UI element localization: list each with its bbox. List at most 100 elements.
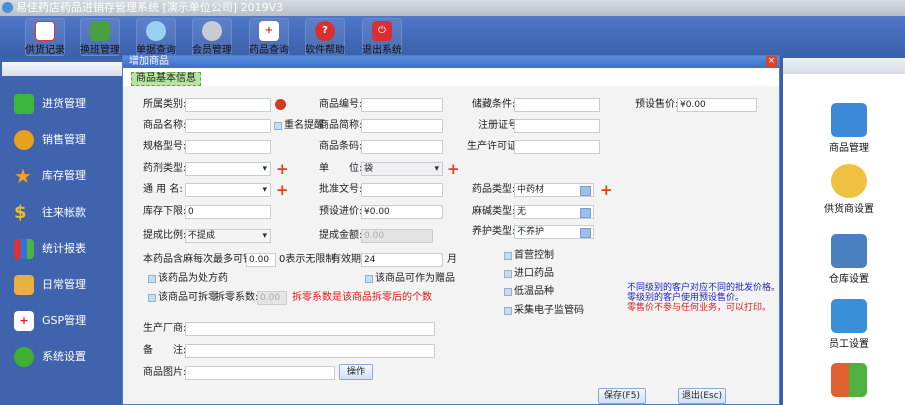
label-manufacturer: 生产厂商: xyxy=(143,323,187,334)
maintenance-select[interactable]: 不养护 xyxy=(514,225,594,239)
sidebar-item-daily[interactable]: 日常管理 xyxy=(14,273,86,297)
approval-input[interactable] xyxy=(361,183,443,197)
stock-min-input[interactable]: 0 xyxy=(185,205,271,219)
label-gift: 该商品可作为赠品 xyxy=(375,273,455,284)
save-button[interactable]: 保存(F5) xyxy=(598,388,646,404)
toolbar-help[interactable]: ? 软件帮助 xyxy=(305,18,345,56)
label-sale-price: 预设售价: xyxy=(635,99,679,110)
toolbar-exit[interactable]: ⏻ 退出系统 xyxy=(362,18,402,56)
imported-checkbox[interactable] xyxy=(504,270,512,278)
barcode-input[interactable] xyxy=(361,140,443,154)
label-purchase-price: 预设进价: xyxy=(319,206,363,217)
tab-basic-info[interactable]: 商品基本信息 xyxy=(131,72,201,86)
add-generic-icon[interactable]: + xyxy=(276,183,289,198)
toolbar-member-management[interactable]: 会员管理 xyxy=(192,18,232,56)
add-unit-icon[interactable]: + xyxy=(447,162,460,177)
code-input[interactable] xyxy=(361,98,443,112)
sidebar-item-settings[interactable]: 系统设置 xyxy=(14,345,86,369)
prescription-checkbox[interactable] xyxy=(148,275,156,283)
supplier-icon xyxy=(831,164,867,198)
dollar-icon: $ xyxy=(14,202,27,223)
generic-select[interactable] xyxy=(185,183,271,197)
drug-type-select[interactable]: 中药材 xyxy=(514,183,594,197)
quick-supplier-settings[interactable]: 供货商设置 xyxy=(819,164,879,215)
quick-staff-settings[interactable]: 员工设置 xyxy=(819,299,879,350)
toolbar-shift-management[interactable]: 换班管理 xyxy=(80,18,120,56)
label-drug-type: 药品类型: xyxy=(472,184,516,195)
sale-price-input[interactable]: ¥0.00 xyxy=(677,98,757,112)
sidebar-item-inventory[interactable]: ★ 库存管理 xyxy=(14,164,86,188)
name-input[interactable] xyxy=(185,119,271,133)
category-input[interactable] xyxy=(185,98,271,112)
toolbar-supply-records[interactable]: 供货记录 xyxy=(25,18,65,56)
sidebar-item-gsp[interactable]: + GSP管理 xyxy=(14,309,86,333)
add-drug-type-icon[interactable]: + xyxy=(600,183,613,198)
label-imported: 进口药品 xyxy=(514,268,554,279)
add-product-dialog: 增加商品 × 商品基本信息 所属类别: 商品名称: 重名提醒 规格型号: 药剂类型… xyxy=(122,55,780,405)
storage-input[interactable] xyxy=(514,98,600,112)
ephedrine-select[interactable]: 无 xyxy=(514,205,594,219)
purchase-price-input[interactable]: ¥0.00 xyxy=(361,205,443,219)
dosage-select[interactable] xyxy=(185,162,271,176)
notepad-icon xyxy=(35,21,55,41)
label-generic: 通 用 名: xyxy=(143,184,183,195)
picture-input[interactable] xyxy=(185,366,335,380)
toolbar-document-query[interactable]: 单据查询 xyxy=(136,18,176,56)
label-name: 商品名称: xyxy=(143,120,187,131)
label-ephedrine: 麻碱类型: xyxy=(472,206,516,217)
label-approval: 批准文号: xyxy=(319,184,363,195)
app-icon xyxy=(2,2,13,13)
label-stock-min: 库存下限: xyxy=(143,206,187,217)
sidebar-item-accounts[interactable]: $ 往来帐款 xyxy=(14,201,86,225)
reg-no-input[interactable] xyxy=(514,119,600,133)
pick-category-icon[interactable] xyxy=(275,99,286,110)
window-title-bar: 易佳药店药品进销存管理系统 [演示单位公司] 2019V3 xyxy=(0,0,905,16)
add-dosage-icon[interactable]: + xyxy=(276,162,289,177)
sidebar-item-sales[interactable]: 销售管理 xyxy=(14,128,86,152)
sidebar: 进货管理 销售管理 ★ 库存管理 $ 往来帐款 统计报表 日常管理 + GSP管理 系… xyxy=(0,58,122,405)
remark-input[interactable] xyxy=(185,344,435,358)
low-temp-checkbox[interactable] xyxy=(504,288,512,296)
unit-select[interactable]: 袋 xyxy=(361,162,443,176)
pie-chart-icon xyxy=(14,130,34,150)
quick-more[interactable] xyxy=(819,363,879,399)
quick-product-management[interactable]: 商品管理 xyxy=(819,103,879,154)
help-icon: ? xyxy=(315,21,335,41)
exit-button[interactable]: 退出(Esc) xyxy=(678,388,726,404)
manufacturer-input[interactable] xyxy=(185,322,435,336)
quick-warehouse-settings[interactable]: 仓库设置 xyxy=(819,234,879,285)
split-coef-input[interactable]: 0.00 xyxy=(257,291,287,305)
label-month: 月 xyxy=(447,254,457,265)
dup-check-checkbox[interactable] xyxy=(274,122,282,130)
label-code: 商品编号: xyxy=(319,99,363,110)
e-code-checkbox[interactable] xyxy=(504,307,512,315)
label-validity: 有效期: xyxy=(331,254,365,265)
gift-checkbox[interactable] xyxy=(365,275,373,283)
label-dup-check: 重名提醒 xyxy=(284,120,324,131)
short-name-input[interactable] xyxy=(361,119,443,133)
label-storage: 储藏条件: xyxy=(472,99,516,110)
validity-input[interactable]: 24 xyxy=(361,253,443,267)
license-input[interactable] xyxy=(514,140,600,154)
label-e-code: 采集电子监管码 xyxy=(514,305,584,316)
split-checkbox[interactable] xyxy=(148,294,156,302)
note-zero-level: 零级别的客户使用预设售价。 xyxy=(627,293,745,303)
sidebar-item-purchase[interactable]: 进货管理 xyxy=(14,92,86,116)
label-spec: 规格型号: xyxy=(143,141,187,152)
label-split-coef: 拆零系数: xyxy=(215,292,259,303)
label-no-limit: 0表示无限制 xyxy=(279,254,336,265)
toolbar-drug-query[interactable]: + 药品查询 xyxy=(249,18,289,56)
close-button[interactable]: × xyxy=(766,56,777,67)
operate-button[interactable]: 操作 xyxy=(339,364,373,380)
label-commission-amount: 提成金额: xyxy=(319,230,363,241)
commission-ratio-select[interactable]: 不提成 xyxy=(185,229,271,243)
window-title: 易佳药店药品进销存管理系统 [演示单位公司] 2019V3 xyxy=(16,1,284,14)
folder-icon xyxy=(14,275,34,295)
label-commission-ratio: 提成比例: xyxy=(143,230,187,241)
label-category: 所属类别: xyxy=(143,99,187,110)
spec-input[interactable] xyxy=(185,140,271,154)
sidebar-item-reports[interactable]: 统计报表 xyxy=(14,237,86,261)
first-control-checkbox[interactable] xyxy=(504,252,512,260)
max-per-sale-input[interactable]: 0.00 xyxy=(246,253,276,267)
commission-amount-input[interactable]: 0.00 xyxy=(361,229,433,243)
